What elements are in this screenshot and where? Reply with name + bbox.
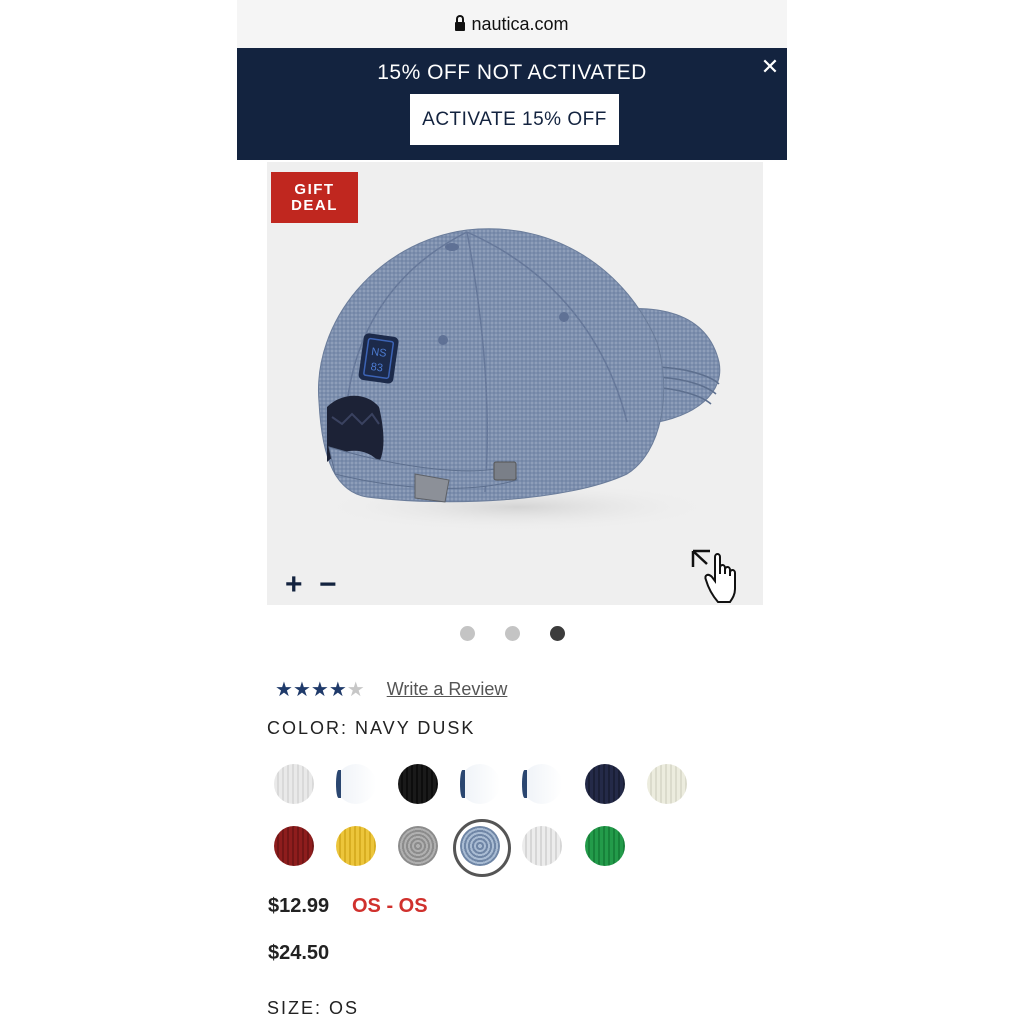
promo-banner: 15% OFF NOT ACTIVATED ACTIVATE 15% OFF ✕ xyxy=(237,48,787,160)
browser-url-bar[interactable]: nautica.com xyxy=(237,0,787,48)
zoom-in-icon[interactable]: + xyxy=(285,570,303,600)
swatch-navy[interactable] xyxy=(585,764,625,804)
size-label: SIZE: OS xyxy=(267,998,360,1018)
promo-title: 15% OFF NOT ACTIVATED xyxy=(377,61,647,84)
swatch-cream[interactable] xyxy=(647,764,687,804)
sale-price: $12.99 xyxy=(268,895,330,917)
close-icon[interactable]: ✕ xyxy=(759,56,781,79)
swatch-navy-dusk-selected[interactable] xyxy=(460,826,500,866)
carousel-dot[interactable] xyxy=(459,626,475,641)
carousel-dot[interactable] xyxy=(549,626,565,641)
rating-row: ★★★★★ Write a Review xyxy=(275,677,507,702)
badge-text: GIFT xyxy=(294,180,335,198)
cap-illustration: NS 83 xyxy=(317,228,721,532)
hat-patch-text: NS xyxy=(370,346,387,360)
star-icon: ★ xyxy=(292,679,311,701)
write-review-link[interactable]: Write a Review xyxy=(387,679,508,700)
swatch-grey[interactable] xyxy=(398,826,438,866)
url-text: nautica.com xyxy=(471,13,569,34)
swatch-light-grey[interactable] xyxy=(522,826,562,866)
mobile-page: nautica.com 15% OFF NOT ACTIVATED ACTIVA… xyxy=(237,0,787,1024)
half-star-icon: ★ xyxy=(346,679,365,701)
zoom-out-icon[interactable]: − xyxy=(319,570,337,600)
swatch-unloaded[interactable] xyxy=(522,764,562,804)
swatch-unloaded[interactable] xyxy=(336,764,376,804)
swatch-black[interactable] xyxy=(398,764,438,804)
pan-zoom-hand-icon[interactable] xyxy=(690,547,750,605)
carousel-dot[interactable] xyxy=(504,626,520,641)
swatch-white[interactable] xyxy=(274,764,314,804)
star-icon: ★ xyxy=(328,679,347,701)
gift-deal-badge: GIFT DEAL xyxy=(271,172,358,223)
star-icon: ★ xyxy=(275,679,293,701)
product-image[interactable]: NS 83 GIFT DEAL + − xyxy=(267,162,763,605)
carousel-dots xyxy=(237,626,787,641)
swatch-unloaded[interactable] xyxy=(460,764,500,804)
swatch-yellow[interactable] xyxy=(336,826,376,866)
color-label: COLOR: NAVY DUSK xyxy=(267,718,476,738)
star-icon: ★ xyxy=(310,679,329,701)
original-price: $24.50 xyxy=(268,942,330,964)
star-rating: ★★★★★ xyxy=(275,677,365,702)
swatch-red[interactable] xyxy=(274,826,314,866)
activate-discount-button[interactable]: ACTIVATE 15% OFF xyxy=(410,94,619,145)
hat-patch-text: 83 xyxy=(370,361,384,375)
swatch-green[interactable] xyxy=(585,826,625,866)
badge-text: DEAL xyxy=(291,196,338,214)
size-range: OS - OS xyxy=(352,895,428,917)
lock-icon xyxy=(455,14,466,31)
